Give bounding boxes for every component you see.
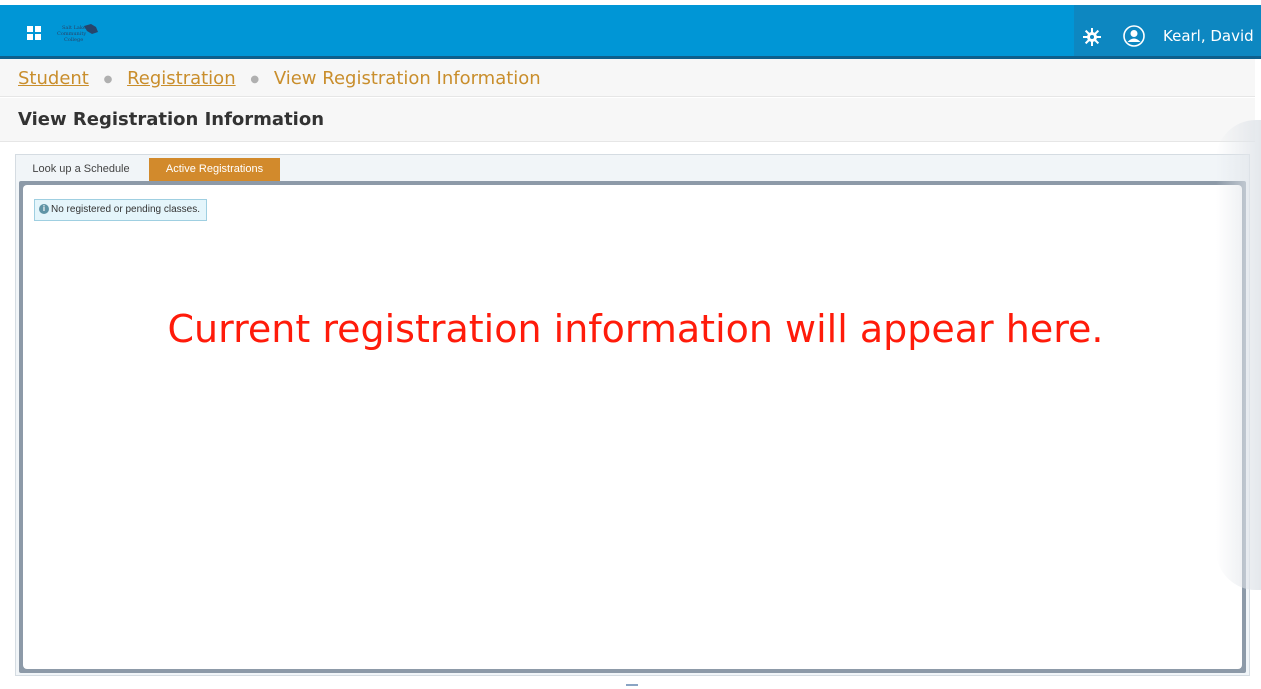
gear-icon[interactable] [1083,28,1101,46]
breadcrumb: Student ● Registration ● View Registrati… [18,68,541,89]
info-icon: i [39,204,49,215]
apps-grid-icon[interactable] [27,26,41,40]
annotation-text: Current registration information will ap… [167,307,1104,351]
breadcrumb-separator: ● [250,73,260,85]
college-logo[interactable]: Salt Lake Community College [54,22,102,43]
breadcrumb-separator: ● [103,73,113,85]
breadcrumb-current: View Registration Information [273,68,541,89]
no-classes-notice: i No registered or pending classes. [34,199,207,221]
user-name[interactable]: Kearl, David [1163,27,1254,45]
svg-text:College: College [64,37,83,42]
registration-tabs: Look up a Schedule Active Registrations … [15,154,1250,676]
breadcrumb-bar: Student ● Registration ● View Registrati… [0,59,1255,97]
breadcrumb-student-link[interactable]: Student [18,68,89,89]
tab-panel: i No registered or pending classes. Curre… [19,181,1246,673]
top-navigation-bar: Salt Lake Community College Kearl, David [0,5,1261,59]
breadcrumb-registration-link[interactable]: Registration [127,68,236,89]
bottom-resize-handle[interactable] [626,684,638,686]
user-avatar-icon[interactable] [1123,25,1145,47]
tab-active-registrations[interactable]: Active Registrations [149,158,280,181]
notice-text: No registered or pending classes. [51,204,200,215]
page-title-bar: View Registration Information [0,98,1255,142]
active-registrations-panel: i No registered or pending classes. Curre… [23,185,1242,669]
tab-look-up-a-schedule[interactable]: Look up a Schedule [21,158,141,181]
page-title: View Registration Information [18,109,325,130]
